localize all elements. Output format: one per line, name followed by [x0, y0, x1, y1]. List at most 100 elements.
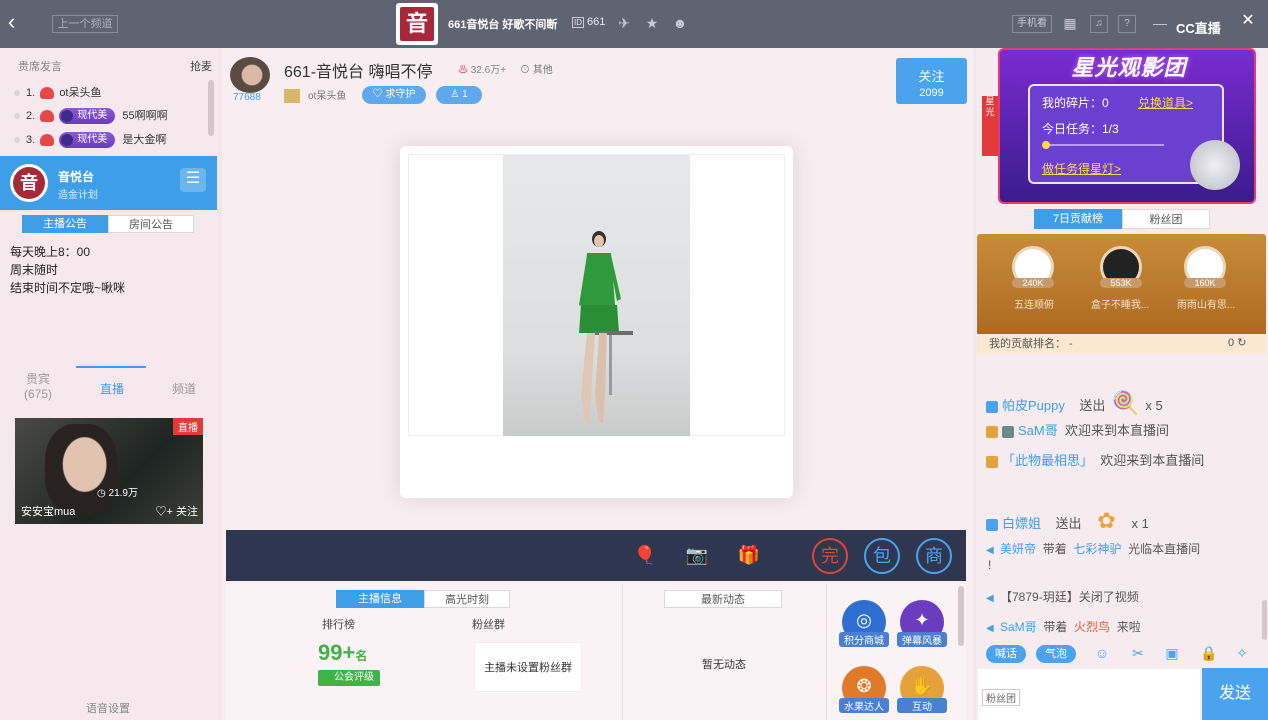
lock-icon[interactable]: 🔒 [1200, 645, 1217, 661]
interact-label[interactable]: 互动 [897, 698, 947, 713]
chat-action: 送出 [1055, 516, 1082, 531]
points-mall-label[interactable]: 积分商城 [839, 632, 889, 647]
tab-host-info[interactable]: 主播信息 [336, 590, 424, 608]
chat-user[interactable]: 白嫖姐 [1002, 516, 1041, 531]
scrollbar[interactable] [208, 80, 214, 136]
live-tag: 直播 [173, 418, 203, 435]
fans-button[interactable]: ♙ 1 [436, 86, 482, 104]
bag-icon[interactable]: 包 [864, 538, 900, 574]
chat-user[interactable]: SaM哥 [1018, 423, 1058, 438]
guild-rating-badge[interactable]: 公会评级 [318, 670, 380, 686]
speaker-icon: ◀ [986, 593, 994, 604]
medal-name: 盒子不睡我... [1090, 300, 1150, 311]
tab-latest-news[interactable]: 最新动态 [664, 590, 782, 608]
emoji-icon[interactable]: ☺ [1094, 645, 1110, 661]
scrollbar[interactable] [958, 586, 964, 646]
chat-message: SaM哥 欢迎来到本直播间 [986, 420, 1169, 439]
tab-fan-club[interactable]: 粉丝团 [1122, 209, 1210, 229]
chat-user[interactable]: SaM哥 [1000, 620, 1037, 634]
chat-action: 欢迎来到本直播间 [1100, 453, 1205, 468]
users-icon[interactable]: ☻ [672, 15, 688, 31]
phone-view-button[interactable]: 手机看 [1012, 15, 1052, 33]
bubble-button[interactable]: 气泡 [1036, 645, 1076, 663]
chat-user[interactable]: 帕皮Puppy [1002, 398, 1065, 413]
host-avatar[interactable] [230, 57, 270, 93]
id-icon: ID [572, 17, 584, 28]
grid-icon[interactable]: ▦ [1062, 15, 1078, 31]
tab-host-notice[interactable]: 主播公告 [22, 215, 108, 233]
do-task-link[interactable]: 做任务得星灯> [1042, 160, 1121, 177]
scissors-icon[interactable]: ✂ [1130, 645, 1146, 661]
rank-number: 1. [26, 87, 36, 99]
exchange-link[interactable]: 兑换道具> [1138, 94, 1193, 111]
voice-settings-button[interactable]: 语音设置 [86, 700, 130, 716]
host-badge-icon [284, 89, 300, 104]
no-news-text: 暂无动态 [702, 659, 746, 671]
shop-icon[interactable]: 商 [916, 538, 952, 574]
tab-live[interactable]: 直播 [82, 380, 142, 397]
back-icon[interactable]: ‹ [8, 11, 30, 34]
chat-user[interactable]: 美妍帝 [1000, 542, 1036, 556]
tab-vip[interactable]: 贵宾 (675) [8, 370, 68, 401]
minimize-icon[interactable]: — [1152, 15, 1168, 31]
tab-7day-rank[interactable]: 7日贡献榜 [1034, 209, 1122, 229]
rank-label: 排行榜 [322, 619, 355, 631]
noble-badge: 现代美 [59, 108, 116, 125]
rank-medal-1[interactable]: 553K [1092, 238, 1150, 296]
popularity: ♨ 32.6万+ [458, 61, 506, 76]
prev-channel-button[interactable]: 上一个频道 [52, 15, 118, 33]
tab-room-notice[interactable]: 房间公告 [108, 215, 194, 233]
live-card[interactable]: 直播 ◷ 21.9万 安安宝mua ♡+ 关注 [15, 418, 203, 524]
gift-box-icon[interactable]: 🎁 [732, 538, 766, 572]
tab-channel[interactable]: 频道 [154, 380, 214, 397]
chat-input[interactable]: 粉丝团 [978, 668, 1200, 720]
rank-medal-2[interactable]: 240K [1004, 238, 1062, 296]
game-icon[interactable]: 完 [812, 538, 848, 574]
other-button[interactable]: ⊙ 其他 [520, 61, 553, 76]
rank-row[interactable]: 1. ot呆头鱼 [14, 84, 102, 104]
grab-mic-button[interactable]: 抢麦 [190, 58, 212, 74]
fruit-master-label[interactable]: 水果达人 [839, 698, 889, 713]
chat-action: 带着 [1042, 542, 1067, 556]
refresh-icon[interactable]: ↻ [1237, 337, 1246, 349]
popularity-value: 32.6万+ [470, 65, 507, 76]
my-rank-row: 我的贡献排名： - [977, 334, 1266, 354]
other-label: 其他 [532, 65, 553, 76]
sparkle-icon[interactable]: ✧ [1234, 645, 1250, 661]
rank-row[interactable]: 2. 现代美 55啊啊啊 [14, 107, 168, 127]
scrollbar[interactable] [1262, 600, 1267, 640]
my-rank-number: 0 [1228, 337, 1235, 349]
chat-user[interactable]: 「此物最相思」 [1002, 453, 1093, 468]
follow-room-button[interactable]: 关注 2099 [896, 58, 967, 104]
help-icon[interactable]: ? [1118, 15, 1136, 33]
rank-unit: 名 [355, 649, 368, 663]
medal-name: 雨雨山有思... [1176, 300, 1236, 311]
shards-label: 我的碎片：0 [1042, 96, 1109, 110]
danmaku-storm-label[interactable]: 弹幕风暴 [897, 632, 947, 647]
side-promo[interactable]: 星光 [982, 96, 998, 156]
guard-label: 求守护 [385, 89, 416, 100]
send-button[interactable]: 发送 [1202, 668, 1268, 720]
chat-system-text: 【7879-玥廷】关闭了视频 [1000, 590, 1139, 604]
rank-row[interactable]: 3. 现代美 是大金啊 [14, 131, 166, 151]
plane-icon[interactable]: ✈ [616, 15, 632, 31]
rank-medal-3[interactable]: 160K [1176, 238, 1234, 296]
image-icon[interactable]: ▣ [1164, 645, 1180, 661]
cheer-button[interactable]: 喊话 [986, 645, 1026, 663]
balloon-icon[interactable]: 🎈 [628, 538, 662, 572]
close-icon[interactable]: ✕ [1240, 13, 1256, 29]
fire-icon: ♨ [458, 65, 468, 76]
guard-button[interactable]: ♡ 求守护 [362, 86, 426, 104]
tab-highlights[interactable]: 高光时刻 [424, 590, 510, 608]
star-icon[interactable]: ★ [644, 15, 660, 31]
menu-icon[interactable]: ☰ [180, 168, 206, 192]
channel-subtitle: 造金计划 [58, 190, 98, 201]
video-player[interactable] [400, 146, 793, 498]
event-banner[interactable]: 星光观影团 我的碎片：0 兑换道具> 今日任务：1/3 做任务得星灯> [998, 48, 1256, 204]
follow-button[interactable]: ♡+ 关注 [156, 503, 198, 519]
bell-icon[interactable]: ♫ [1090, 15, 1108, 33]
fan-club-tag[interactable]: 粉丝团 [982, 689, 1020, 706]
channel-name: 音悦台 [58, 170, 95, 184]
follow-room-count: 2099 [919, 87, 944, 99]
camera-gift-icon[interactable]: 📷 [680, 538, 714, 572]
